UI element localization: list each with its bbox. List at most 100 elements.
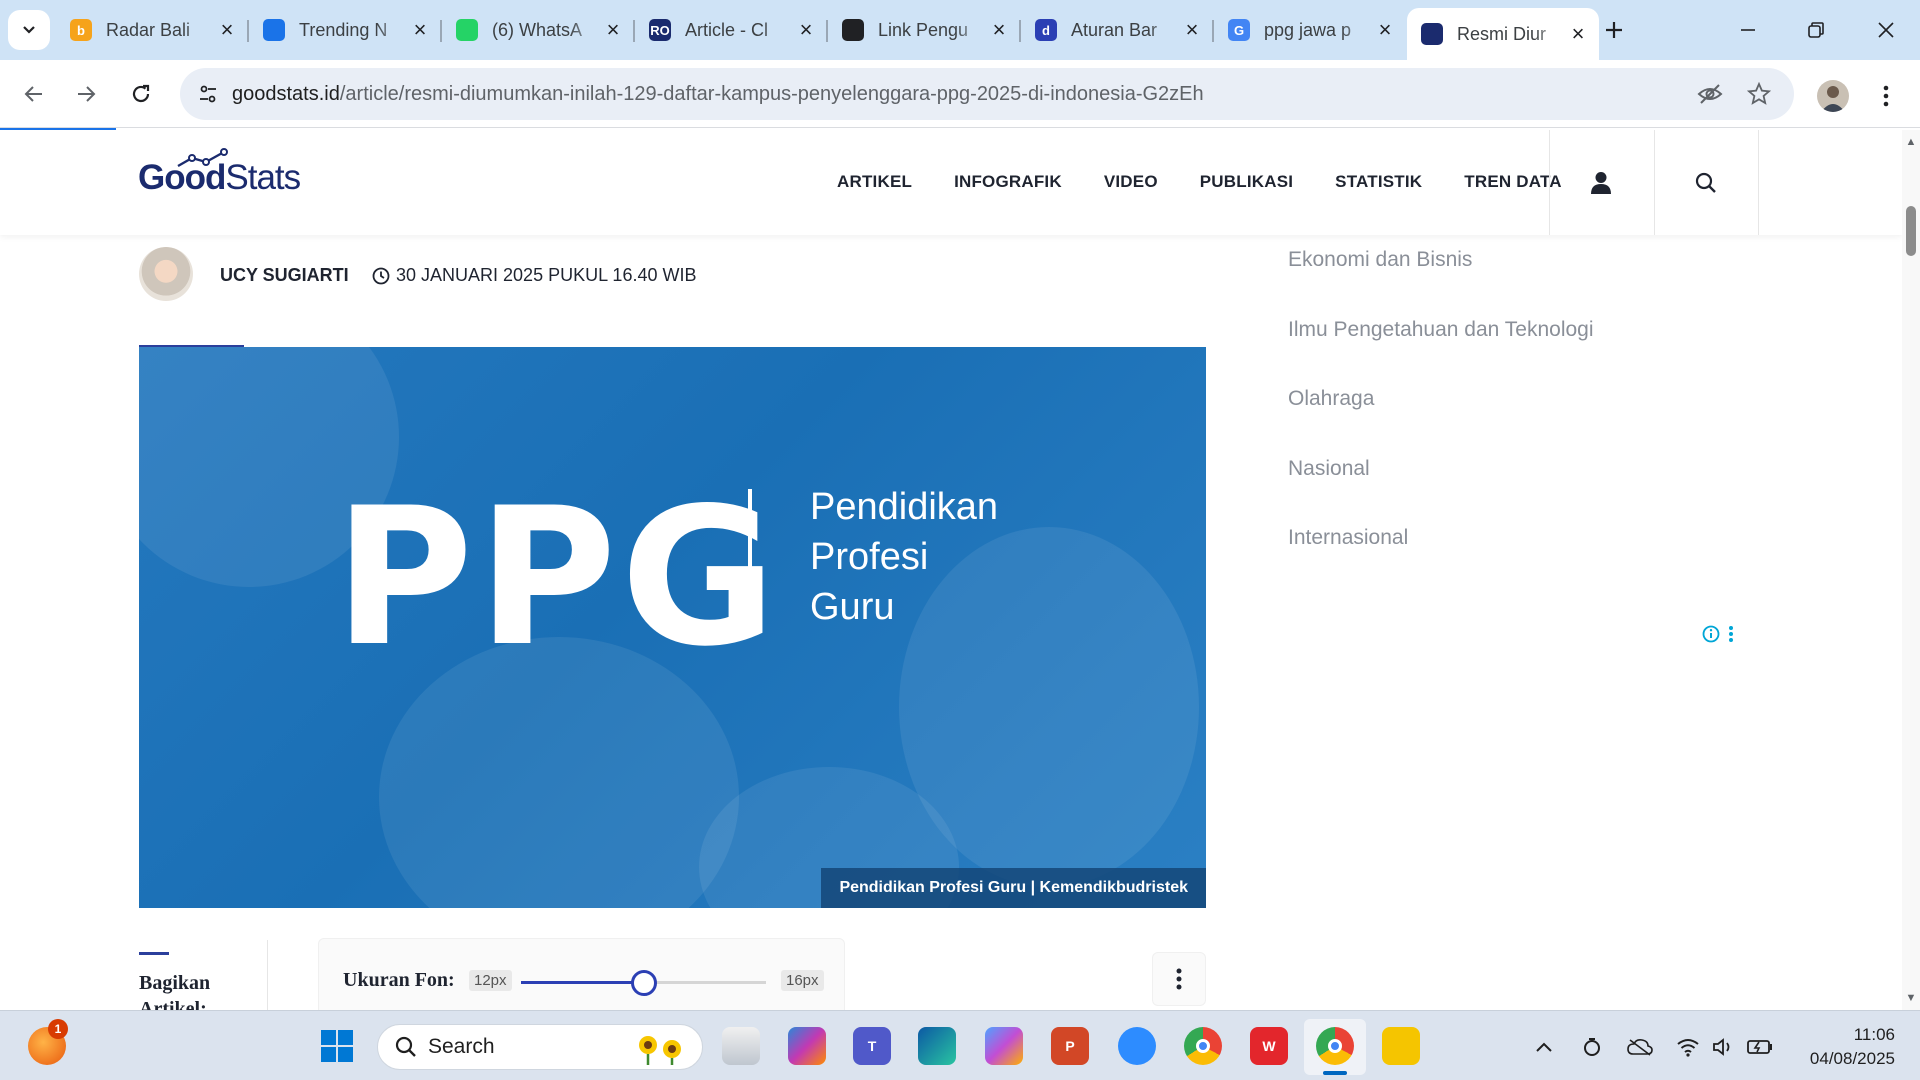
zoom-app[interactable] [1118,1027,1156,1065]
author-avatar[interactable] [139,247,193,301]
tab-close-icon[interactable]: × [988,17,1010,42]
ad-more-icon[interactable] [1728,625,1734,643]
font-size-label: Ukuran Fon: [343,969,455,991]
nav-artikel[interactable]: ARTIKEL [837,172,912,192]
ad-choices [1702,625,1734,643]
author-name[interactable]: UCY SUGIARTI [220,265,349,286]
more-vertical-icon [1883,85,1889,107]
nav-publikasi[interactable]: PUBLIKASI [1200,172,1293,192]
hero-line-2: Profesi [810,536,929,578]
tab-favicon-icon [1421,23,1443,45]
sidebar-category-olahraga[interactable]: Olahraga [1288,387,1594,457]
site-search-button[interactable] [1686,163,1726,203]
browser-tab[interactable]: Link Pengu × [828,10,1020,50]
account-button[interactable] [1581,163,1621,203]
tab-close-icon[interactable]: × [1567,21,1589,46]
address-bar[interactable]: goodstats.id/article/resmi-diumumkan-ini… [180,68,1794,120]
powerpoint-app[interactable]: P [1051,1027,1089,1065]
scroll-down-arrow[interactable]: ▼ [1905,992,1917,1004]
hero-caption: Pendidikan Profesi Guru | Kemendikbudris… [821,868,1206,908]
battery-tray-button[interactable] [1746,1033,1774,1061]
tab-favicon-icon [263,19,285,41]
nav-statistik[interactable]: STATISTIK [1335,172,1422,192]
font-size-slider-fill [521,981,644,984]
font-size-control: Ukuran Fon: 12px 16px [318,938,845,1010]
tab-close-icon[interactable]: × [602,17,624,42]
profile-avatar[interactable] [1817,80,1849,112]
back-button[interactable] [14,74,54,114]
tab-close-icon[interactable]: × [216,17,238,42]
restore-button[interactable] [1792,10,1840,50]
header-divider [1549,130,1550,235]
font-size-min: 12px [469,970,512,991]
wifi-tray-button[interactable] [1674,1033,1702,1061]
hero-ppg-text: PPG [334,467,781,688]
sticky-notes-app[interactable] [1382,1027,1420,1065]
browser-tab[interactable]: d Aturan Bar × [1021,10,1213,50]
nav-infografik[interactable]: INFOGRAFIK [954,172,1062,192]
tab-close-icon[interactable]: × [795,17,817,42]
minimize-button[interactable] [1724,10,1772,50]
scroll-thumb[interactable] [1906,206,1916,256]
url-host: goodstats.id [232,82,340,105]
reload-icon [132,84,150,103]
forward-button[interactable] [66,74,106,114]
clock-date: 04/08/2025 [1809,1049,1895,1068]
sidebar-category-internasional[interactable]: Internasional [1288,526,1594,596]
scroll-up-arrow[interactable]: ▲ [1905,136,1917,148]
onedrive-tray-button[interactable] [1626,1033,1654,1061]
powerpoint-icon: P [1065,1038,1075,1054]
minimize-icon [1741,29,1755,31]
sidebar-category-ekonomi[interactable]: Ekonomi dan Bisnis [1288,248,1594,318]
share-accent-line [139,952,169,955]
sidebar-category-nasional[interactable]: Nasional [1288,457,1594,527]
chrome-profile-app[interactable] [1316,1027,1354,1065]
show-hidden-icons-button[interactable] [1530,1033,1558,1061]
bookmark-star-button[interactable] [1741,76,1777,112]
share-divider [267,940,268,1010]
edge-app[interactable] [918,1027,956,1065]
font-size-slider-thumb[interactable] [630,970,657,996]
browser-tab[interactable]: Gppg jawa p × [1214,10,1406,50]
taskbar-search[interactable]: Search [377,1024,703,1070]
sidebar-category-iptek[interactable]: Ilmu Pengetahuan dan Teknologi [1288,318,1594,388]
browser-tab[interactable]: Resmi Diur × [1407,8,1599,60]
tab-title: Resmi Diur [1457,23,1547,44]
new-tab-button[interactable] [1598,14,1630,46]
nav-video[interactable]: VIDEO [1104,172,1158,192]
copilot-app[interactable] [788,1027,826,1065]
battery-charging-icon [1747,1040,1772,1054]
more-vertical-icon [1176,968,1182,990]
volume-tray-button[interactable] [1710,1033,1738,1061]
browser-tab[interactable]: b Radar Bali × [56,10,248,50]
tab-search-button[interactable] [8,10,50,50]
ad-info-icon[interactable] [1702,625,1720,643]
site-info-button[interactable] [186,72,230,116]
m365-app[interactable] [985,1027,1023,1065]
url-path: /article/resmi-diumumkan-inilah-129-daft… [339,82,1204,105]
browser-tab[interactable]: RO Article - Cl × [635,10,827,50]
publish-date: 30 JANUARI 2025 PUKUL 16.40 WIB [372,265,696,286]
font-size-slider[interactable] [521,970,766,996]
browser-tab[interactable]: (6) WhatsA × [442,10,634,50]
close-window-button[interactable] [1862,10,1910,50]
eye-off-button[interactable] [1692,76,1728,112]
browser-menu-button[interactable] [1872,78,1900,114]
tab-close-icon[interactable]: × [1181,17,1203,42]
chrome-app[interactable] [1184,1027,1222,1065]
wps-office-app[interactable]: W [1250,1027,1288,1065]
task-view-button[interactable] [722,1027,760,1065]
nav-tren-data[interactable]: TREN DATA [1464,172,1562,192]
page-scrollbar[interactable]: ▲ ▼ [1902,130,1920,1010]
article-options-button[interactable] [1152,952,1206,1006]
start-button[interactable] [318,1027,356,1065]
taskbar-clock[interactable]: 11:06 04/08/2025 [1795,1023,1895,1071]
teams-app[interactable]: T [853,1027,891,1065]
goodstats-logo[interactable]: GoodStats [138,148,301,208]
browser-tab[interactable]: Trending N × [249,10,441,50]
reload-button[interactable] [121,74,161,114]
tab-close-icon[interactable]: × [1374,17,1396,42]
sync-tray-button[interactable] [1578,1033,1606,1061]
tab-close-icon[interactable]: × [409,17,431,42]
chrome-icon [1328,1039,1342,1053]
